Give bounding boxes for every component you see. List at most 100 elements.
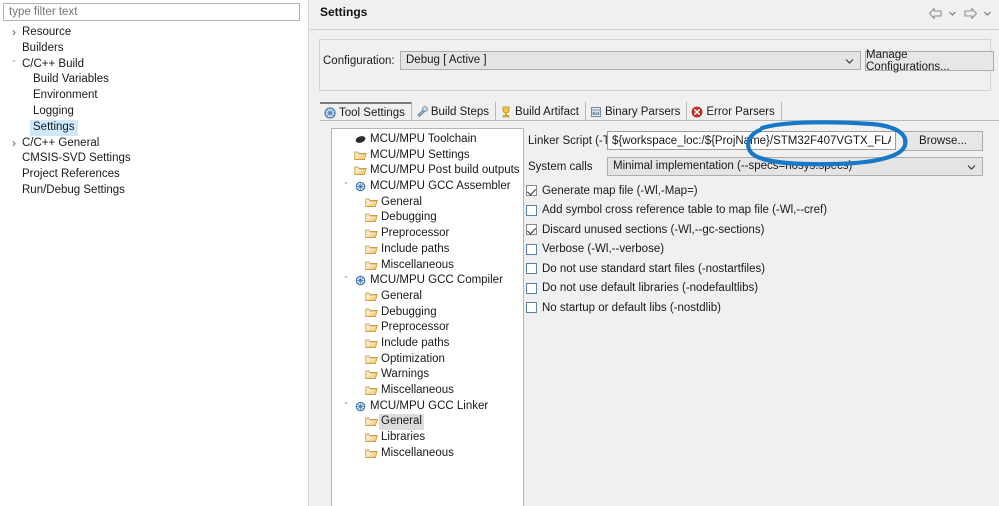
linker-options-checkbox-list: Generate map file (-Wl,-Map=) Add symbol … [526,181,827,318]
folder-icon [365,369,378,381]
sidebar-item-label: Build Variables [33,73,109,86]
folder-icon [365,244,378,256]
checkbox-no-startup-or-default-libs-nostdlib[interactable] [526,302,537,314]
configuration-dropdown[interactable]: Debug [ Active ] [400,51,861,70]
checkbox-add-symbol-cross-reference-table-to-map-[interactable] [526,204,537,216]
tool-tree-item-label: MCU/MPU GCC Linker [370,399,489,412]
back-history-chevron-down-icon[interactable] [947,4,958,22]
tool-tree-item-general[interactable]: General [332,289,523,305]
tab-label: Error Parsers [706,105,775,118]
linker-script-input[interactable] [607,131,896,150]
tool-tree-item-label: General [381,289,422,302]
tab-build-steps[interactable]: Build Steps [412,102,497,121]
left-navigation-pane: ›ResourceBuildersˇC/C++ BuildBuild Varia… [0,0,309,506]
checkbox-generate-map-file-wl-map[interactable] [526,185,537,197]
tool-tree-item-mcu-mpu-post-build-outputs[interactable]: MCU/MPU Post build outputs [332,163,523,179]
chevron-right-icon[interactable]: › [8,25,20,41]
tool-tree-item-miscellaneous[interactable]: Miscellaneous [332,383,523,399]
checkbox-do-not-use-default-libraries-nodefaultli[interactable] [526,282,537,294]
folder-icon [365,322,378,334]
chevron-down-icon[interactable]: ˇ [340,399,352,415]
chevron-right-icon[interactable]: › [8,136,20,152]
sidebar-item-label: C/C++ General [22,136,100,149]
tab-label: Binary Parsers [604,105,681,118]
chevron-down-icon [967,158,976,175]
tool-tree-item-include-paths[interactable]: Include paths [332,242,523,258]
tool-tree-item-mcu-mpu-gcc-assembler[interactable]: ˇ MCU/MPU GCC Assembler [332,179,523,195]
forward-history-chevron-down-icon[interactable] [982,4,993,22]
checkbox-row[interactable]: Do not use default libraries (-nodefault… [526,279,827,299]
sidebar-item-builders[interactable]: Builders [0,41,308,57]
tool-settings-tree: MCU/MPU Toolchain MCU/MPU Settings MCU/MPU… [332,132,523,461]
sidebar-item-label: CMSIS-SVD Settings [22,152,131,165]
browse-button[interactable]: Browse... [903,131,983,151]
checkbox-row[interactable]: Do not use standard start files (-nostar… [526,259,827,279]
folder-icon [365,385,378,397]
checkbox-do-not-use-standard-start-files-nostartf[interactable] [526,263,537,275]
checkbox-label: No startup or default libs (-nostdlib) [542,301,721,314]
manage-configurations-button[interactable]: Manage Configurations... [865,49,994,73]
tool-tree-item-debugging[interactable]: Debugging [332,210,523,226]
tool-tree-item-mcu-mpu-toolchain[interactable]: MCU/MPU Toolchain [332,132,523,148]
checkbox-verbose-wl-verbose[interactable] [526,243,537,255]
checkbox-discard-unused-sections-wl-gc-sections[interactable] [526,224,537,236]
sidebar-item-label: C/C++ Build [22,57,85,70]
sidebar-item-logging[interactable]: Logging [0,104,308,120]
tool-tree-item-label: Include paths [381,242,450,255]
checkbox-row[interactable]: Generate map file (-Wl,-Map=) [526,181,827,201]
tool-tree-item-label: Preprocessor [381,227,450,240]
tab-tool-settings[interactable]: Tool Settings [320,102,412,121]
sidebar-item-build-variables[interactable]: Build Variables [0,72,308,88]
tab-build-artifact[interactable]: Build Artifact [496,102,586,121]
configuration-label: Configuration: [323,55,395,67]
sidebar-item-environment[interactable]: Environment [0,88,308,104]
back-arrow-icon[interactable] [925,4,945,22]
tab-error-parsers[interactable]: Error Parsers [687,102,782,121]
sidebar-item-c-c-general[interactable]: › C/C++ General [0,136,308,152]
tool-tree-item-miscellaneous[interactable]: Miscellaneous [332,258,523,274]
tool-tree-item-label: Miscellaneous [381,446,454,459]
folder-icon [365,432,378,444]
tab-strip: Tool Settings Build Steps Build Artifact Bi… [320,102,782,121]
tool-tree-item-general[interactable]: General [332,414,523,431]
tool-tree-item-debugging[interactable]: Debugging [332,305,523,321]
tool-tree-item-label: Debugging [381,305,437,318]
forward-arrow-icon[interactable] [960,4,980,22]
chevron-down-icon[interactable]: ˇ [8,57,20,73]
sidebar-item-cmsis-svd-settings[interactable]: CMSIS-SVD Settings [0,151,308,167]
chevron-down-icon[interactable]: ˇ [340,273,352,289]
tool-tree-item-mcu-mpu-settings[interactable]: MCU/MPU Settings [332,148,523,164]
tool-tree-item-optimization[interactable]: Optimization [332,352,523,368]
filter-input[interactable] [3,3,300,21]
tool-tree-item-preprocessor[interactable]: Preprocessor [332,320,523,336]
tool-tree-item-label: Preprocessor [381,321,450,334]
sidebar-item-resource[interactable]: › Resource [0,25,308,41]
tab-binary-parsers[interactable]: Binary Parsers [586,102,688,121]
checkbox-row[interactable]: Verbose (-Wl,--verbose) [526,240,827,260]
folder-icon [365,197,378,209]
tab-label: Build Artifact [515,105,579,118]
checkbox-row[interactable]: Discard unused sections (-Wl,--gc-sectio… [526,220,827,240]
tool-tree-item-mcu-mpu-gcc-compiler[interactable]: ˇ MCU/MPU GCC Compiler [332,273,523,289]
system-calls-dropdown[interactable]: Minimal implementation (--specs=nosys.sp… [607,157,983,176]
tool-tree-item-libraries[interactable]: Libraries [332,430,523,446]
chevron-down-icon[interactable]: ˇ [340,179,352,195]
tool-tree-item-include-paths[interactable]: Include paths [332,336,523,352]
sidebar-item-project-references[interactable]: Project References [0,167,308,183]
tool-tree-item-warnings[interactable]: Warnings [332,367,523,383]
project-properties-tree: › Resource Builders ˇ C/C++ Build Build Varia… [0,25,308,199]
sidebar-item-c-c-build[interactable]: ˇ C/C++ Build [0,57,308,73]
tool-tree-item-mcu-mpu-gcc-linker[interactable]: ˇ MCU/MPU GCC Linker [332,399,523,415]
tool-tree-item-miscellaneous[interactable]: Miscellaneous [332,446,523,462]
sidebar-item-settings[interactable]: Settings [0,119,308,136]
tool-tree-item-label: MCU/MPU Toolchain [370,133,477,145]
folder-icon [354,165,367,177]
tool-tree-item-general[interactable]: General [332,195,523,211]
sidebar-item-run-debug-settings[interactable]: Run/Debug Settings [0,183,308,199]
navigation-buttons [925,4,993,22]
title-separator [310,29,999,30]
checkbox-row[interactable]: No startup or default libs (-nostdlib) [526,298,827,318]
tool-tree-item-preprocessor[interactable]: Preprocessor [332,226,523,242]
checkbox-row[interactable]: Add symbol cross reference table to map … [526,201,827,221]
tab-label: Build Steps [430,105,490,118]
